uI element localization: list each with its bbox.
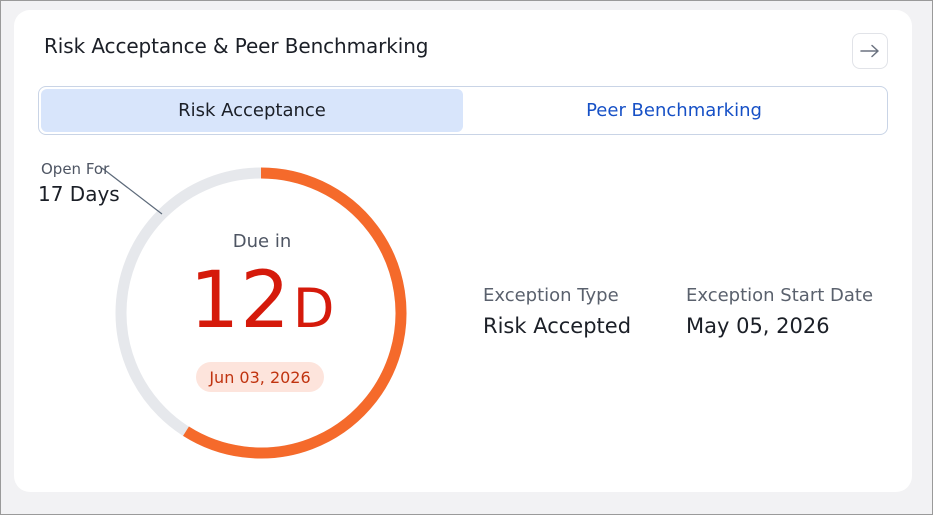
exception-type-value: Risk Accepted [483,314,632,338]
exception-start-date-value: May 05, 2026 [686,314,830,338]
exception-start-date-label: Exception Start Date [686,285,874,306]
due-in-value: 12D [162,262,362,340]
risk-acceptance-card: Risk Acceptance & Peer Benchmarking Risk… [14,10,912,492]
due-days-unit: D [292,277,335,340]
open-for-value: 17 Days [38,182,120,206]
due-progress-ring [101,167,407,459]
due-in-label: Due in [232,231,292,252]
due-date-badge: Jun 03, 2026 [196,362,324,392]
open-for-label: Open For [41,160,110,178]
due-days-number: 12 [189,256,291,346]
exception-type-label: Exception Type [483,285,619,306]
